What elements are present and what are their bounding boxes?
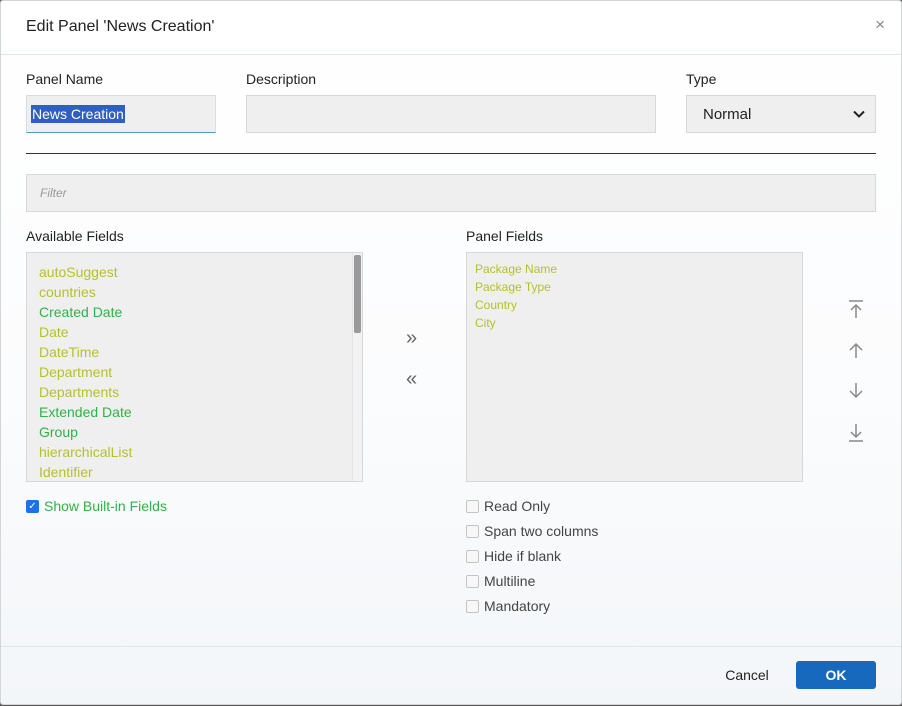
panel-name-value: News Creation	[31, 105, 125, 123]
available-field-item[interactable]: Department	[39, 362, 362, 382]
panel-name-label: Panel Name	[26, 71, 104, 87]
available-field-item[interactable]: Extended Date	[39, 402, 362, 422]
remove-field-button[interactable]: «	[406, 369, 417, 389]
panel-field-item[interactable]: City	[475, 314, 802, 332]
read-only-label: Read Only	[484, 498, 551, 514]
description-label: Description	[246, 71, 317, 87]
type-label: Type	[686, 71, 717, 87]
checkbox-checked-icon: ✓	[26, 499, 39, 513]
cancel-button[interactable]: Cancel	[713, 661, 781, 689]
hide-if-blank-checkbox[interactable]: Hide if blank	[466, 548, 561, 564]
available-field-item[interactable]: Date	[39, 322, 362, 342]
checkbox-icon	[466, 499, 479, 513]
scrollbar-thumb[interactable]	[354, 255, 361, 333]
read-only-checkbox[interactable]: Read Only	[466, 498, 550, 514]
panel-fields-list[interactable]: Package Name Package Type Country City	[466, 252, 803, 482]
available-field-item[interactable]: DateTime	[39, 342, 362, 362]
available-fields-list[interactable]: autoSuggest countries Created Date Date Date…	[26, 252, 363, 482]
edit-panel-dialog: Edit Panel 'News Creation' × Panel Name …	[0, 0, 902, 705]
span-two-columns-label: Span two columns	[484, 523, 599, 539]
checkbox-icon	[466, 574, 479, 588]
panel-field-item[interactable]: Package Type	[475, 278, 802, 296]
ok-button[interactable]: OK	[796, 661, 876, 689]
available-field-item[interactable]: hierarchicalList	[39, 442, 362, 462]
available-field-item[interactable]: Group	[39, 422, 362, 442]
move-bottom-icon[interactable]	[847, 423, 865, 443]
available-field-item[interactable]: autoSuggest	[39, 262, 362, 282]
mandatory-label: Mandatory	[484, 598, 551, 614]
type-select-value: Normal	[703, 105, 752, 123]
dialog-title: Edit Panel 'News Creation'	[26, 18, 215, 35]
move-up-icon[interactable]	[847, 341, 865, 359]
mandatory-checkbox[interactable]: Mandatory	[466, 598, 550, 614]
filter-input[interactable]: Filter	[26, 174, 876, 212]
section-divider	[26, 153, 876, 154]
available-field-item[interactable]: Created Date	[39, 302, 362, 322]
available-fields-label: Available Fields	[26, 228, 124, 244]
checkbox-icon	[466, 549, 479, 563]
available-field-item[interactable]: Identifier	[39, 462, 362, 481]
hide-if-blank-label: Hide if blank	[484, 548, 562, 564]
checkbox-icon	[466, 599, 479, 613]
panel-field-item[interactable]: Package Name	[475, 260, 802, 278]
type-select[interactable]: Normal	[686, 95, 876, 133]
dialog-header: Edit Panel 'News Creation' ×	[1, 1, 901, 55]
close-icon[interactable]: ×	[875, 16, 885, 33]
show-builtin-fields-checkbox[interactable]: ✓ Show Built-in Fields	[26, 498, 167, 514]
span-two-columns-checkbox[interactable]: Span two columns	[466, 523, 598, 539]
checkbox-icon	[466, 524, 479, 538]
add-field-button[interactable]: »	[406, 328, 417, 348]
available-fields-scrollbar[interactable]	[352, 253, 362, 481]
panel-name-input[interactable]: News Creation	[26, 95, 216, 133]
move-top-icon[interactable]	[847, 299, 865, 319]
chevron-down-icon	[853, 110, 865, 118]
multiline-checkbox[interactable]: Multiline	[466, 573, 535, 589]
move-down-icon[interactable]	[847, 382, 865, 400]
show-builtin-fields-label: Show Built-in Fields	[44, 498, 167, 514]
available-field-item[interactable]: countries	[39, 282, 362, 302]
multiline-label: Multiline	[484, 573, 536, 589]
available-field-item[interactable]: Departments	[39, 382, 362, 402]
panel-field-item[interactable]: Country	[475, 296, 802, 314]
panel-fields-label: Panel Fields	[466, 228, 544, 244]
description-input[interactable]	[246, 95, 656, 133]
